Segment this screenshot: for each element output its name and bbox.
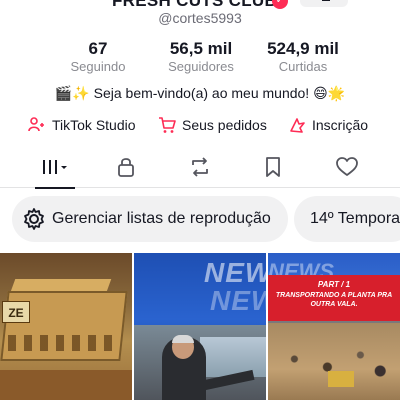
orders-label: Seus pedidos bbox=[182, 117, 267, 133]
followers-label: Seguidores bbox=[168, 59, 234, 74]
tab-private[interactable] bbox=[101, 146, 151, 188]
gear-icon bbox=[24, 208, 44, 230]
manage-playlists-chip[interactable]: Gerenciar listas de reprodução bbox=[12, 196, 288, 242]
video-thumbnail[interactable]: ZE bbox=[0, 253, 132, 400]
studio-icon bbox=[28, 117, 44, 132]
news-watermark: NEWS bbox=[210, 285, 266, 316]
lock-icon bbox=[118, 158, 134, 177]
likes-count: 524,9 mil bbox=[267, 39, 339, 58]
profile-bio: 🎬✨ Seja bem-vindo(a) ao meu mundo! 😄🌟 bbox=[54, 85, 346, 101]
edit-profile-button[interactable] bbox=[300, 0, 348, 7]
tab-videos[interactable] bbox=[30, 146, 80, 189]
following-label: Seguindo bbox=[70, 59, 126, 74]
likes-stat[interactable]: 524,9 mil Curtidas bbox=[258, 39, 348, 75]
profile-stats: 67 Seguindo 56,5 mil Seguidores 524,9 mi… bbox=[0, 39, 400, 79]
tiktok-studio-link[interactable]: TikTok Studio bbox=[28, 115, 136, 135]
following-stat[interactable]: 67 Seguindo bbox=[58, 39, 138, 75]
grid-icon bbox=[43, 160, 67, 174]
video-grid: ZE NEWS NEWS NEWS PART / 1 TRANSPORTANDO… bbox=[0, 253, 400, 400]
subscription-icon bbox=[290, 118, 305, 133]
likes-label: Curtidas bbox=[278, 59, 328, 74]
tab-saved[interactable] bbox=[248, 146, 298, 188]
username: @cortes5993 bbox=[158, 10, 242, 26]
collection-chips: Gerenciar listas de reprodução 14º Tempo… bbox=[0, 196, 400, 242]
video-thumbnail[interactable]: NEWS PART / 1 TRANSPORTANDO A PLANTA PRA… bbox=[268, 253, 400, 400]
followers-count: 56,5 mil bbox=[169, 39, 233, 58]
orders-link[interactable]: Seus pedidos bbox=[158, 115, 267, 135]
banner-caption: TRANSPORTANDO A PLANTA PRA OUTRA VALA. bbox=[275, 292, 393, 308]
banner-part-text: PART / 1 bbox=[317, 280, 351, 289]
season-playlist-label: 14º Temporada bbox=[310, 210, 400, 227]
repost-icon bbox=[192, 157, 208, 177]
profile-links: TikTok Studio Seus pedidos Inscrição bbox=[0, 115, 400, 135]
season-playlist-chip[interactable]: 14º Temporada bbox=[294, 196, 400, 242]
subscription-label: Inscrição bbox=[312, 117, 369, 133]
bookmark-icon bbox=[266, 157, 280, 177]
manage-playlists-label: Gerenciar listas de reprodução bbox=[52, 210, 271, 227]
machine-sign: ZE bbox=[2, 301, 30, 323]
tab-reposts[interactable] bbox=[175, 146, 225, 188]
cart-icon bbox=[159, 117, 176, 133]
tab-liked[interactable] bbox=[322, 146, 372, 188]
heart-icon bbox=[336, 157, 358, 176]
tiktok-studio-label: TikTok Studio bbox=[52, 117, 136, 133]
video-thumbnail[interactable]: NEWS NEWS bbox=[134, 253, 266, 400]
followers-stat[interactable]: 56,5 mil Seguidores bbox=[156, 39, 246, 75]
subscription-link[interactable]: Inscrição bbox=[288, 115, 368, 135]
following-count: 67 bbox=[88, 39, 108, 58]
profile-tabs bbox=[0, 146, 400, 189]
